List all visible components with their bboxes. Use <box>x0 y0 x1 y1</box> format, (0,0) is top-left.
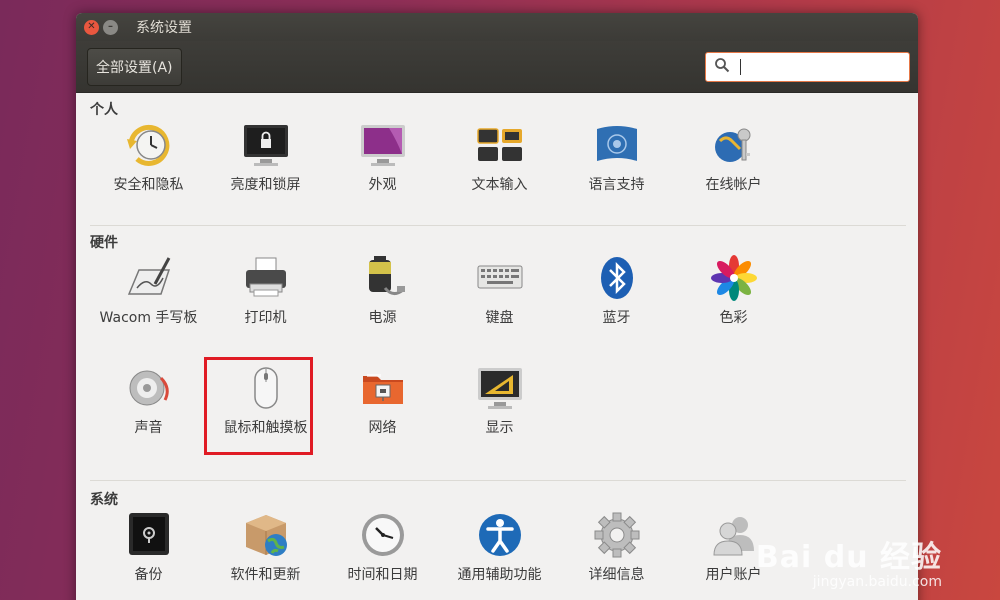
language-flag-icon <box>593 121 641 169</box>
printer-icon <box>242 254 290 302</box>
search-icon <box>714 57 730 77</box>
text-cursor <box>740 58 741 75</box>
section-title-personal: 个人 <box>90 102 118 118</box>
clock-icon <box>359 511 407 559</box>
search-input[interactable] <box>705 51 910 82</box>
item-label: 显示 <box>485 420 514 436</box>
item-brightness-lock[interactable]: 亮度和锁屏 <box>207 119 324 216</box>
settings-content: 个人 安全和隐私 亮度和锁屏 外观 文本输入 语言支持 在线帐户 硬件 Waco… <box>76 93 918 586</box>
item-label: 安全和隐私 <box>113 177 184 193</box>
item-sound[interactable]: 声音 <box>90 362 207 472</box>
accessibility-icon <box>476 511 524 559</box>
online-accounts-icon <box>710 121 758 169</box>
battery-icon <box>359 254 407 302</box>
close-icon: ✕ <box>87 21 96 32</box>
display-icon <box>476 364 524 412</box>
item-backup[interactable]: 备份 <box>90 509 207 586</box>
keyboard-keys-icon <box>476 121 524 169</box>
item-label: 键盘 <box>485 310 514 326</box>
item-security-privacy[interactable]: 安全和隐私 <box>90 119 207 216</box>
window-title: 系统设置 <box>136 20 192 36</box>
item-label: 通用辅助功能 <box>457 567 542 583</box>
toolbar: 全部设置(A) <box>76 41 918 93</box>
watermark-url: jingyan.baidu.com <box>812 574 942 590</box>
bluetooth-icon <box>593 254 641 302</box>
keyboard-icon <box>476 254 524 302</box>
item-time-date[interactable]: 时间和日期 <box>324 509 441 586</box>
item-display[interactable]: 显示 <box>441 362 558 466</box>
network-folder-icon <box>359 364 407 412</box>
item-printer[interactable]: 打印机 <box>207 252 324 362</box>
item-label: 备份 <box>134 567 163 583</box>
gear-icon <box>593 511 641 559</box>
color-flower-icon <box>710 254 758 302</box>
speaker-icon <box>125 364 173 412</box>
minimize-icon: – <box>108 21 113 32</box>
personal-grid: 安全和隐私 亮度和锁屏 外观 文本输入 语言支持 在线帐户 <box>90 119 906 216</box>
all-settings-button[interactable]: 全部设置(A) <box>87 47 182 86</box>
item-power[interactable]: 电源 <box>324 252 441 362</box>
item-label: 时间和日期 <box>347 567 418 583</box>
item-network[interactable]: 网络 <box>324 362 441 466</box>
software-box-globe-icon <box>242 511 290 559</box>
section-title-hardware: 硬件 <box>90 235 118 251</box>
item-label: 详细信息 <box>588 567 645 583</box>
security-privacy-icon <box>125 121 173 169</box>
item-label: 文本输入 <box>471 177 528 193</box>
item-bluetooth[interactable]: 蓝牙 <box>558 252 675 362</box>
section-title-system: 系统 <box>90 492 118 508</box>
watermark-logo: Bai du 经验 <box>755 540 942 575</box>
appearance-icon <box>359 121 407 169</box>
item-keyboard[interactable]: 键盘 <box>441 252 558 362</box>
item-universal-access[interactable]: 通用辅助功能 <box>441 509 558 586</box>
backup-safe-icon <box>125 511 173 559</box>
network-highlight-box <box>204 357 313 455</box>
item-label: 在线帐户 <box>705 177 762 193</box>
settings-window: ✕ – 系统设置 全部设置(A) 个人 安全和隐私 亮度和锁屏 外观 文本输入 … <box>76 13 918 600</box>
item-label: 蓝牙 <box>602 310 631 326</box>
users-icon <box>710 511 758 559</box>
item-label: 外观 <box>368 177 397 193</box>
minimize-button[interactable]: – <box>103 19 118 35</box>
item-wacom[interactable]: Wacom 手写板 <box>90 252 207 362</box>
item-text-entry[interactable]: 文本输入 <box>441 119 558 216</box>
item-label: 语言支持 <box>588 177 645 193</box>
item-label: 打印机 <box>244 310 287 326</box>
wacom-tablet-icon <box>125 254 173 302</box>
title-bar: ✕ – 系统设置 <box>76 13 918 41</box>
item-label: 亮度和锁屏 <box>230 177 301 193</box>
item-label: 网络 <box>368 420 397 436</box>
item-online-accounts[interactable]: 在线帐户 <box>675 119 792 216</box>
item-label: Wacom 手写板 <box>99 310 198 326</box>
item-label: 声音 <box>134 420 163 436</box>
item-details[interactable]: 详细信息 <box>558 509 675 586</box>
item-software-updates[interactable]: 软件和更新 <box>207 509 324 586</box>
item-appearance[interactable]: 外观 <box>324 119 441 216</box>
item-label: 色彩 <box>719 310 748 326</box>
item-label: 软件和更新 <box>230 567 301 583</box>
watermark: Bai du 经验 jingyan.baidu.com <box>756 532 942 590</box>
item-label: 电源 <box>368 310 397 326</box>
monitor-lock-icon <box>242 121 290 169</box>
item-language-support[interactable]: 语言支持 <box>558 119 675 216</box>
close-button[interactable]: ✕ <box>84 19 99 35</box>
item-color[interactable]: 色彩 <box>675 252 792 362</box>
